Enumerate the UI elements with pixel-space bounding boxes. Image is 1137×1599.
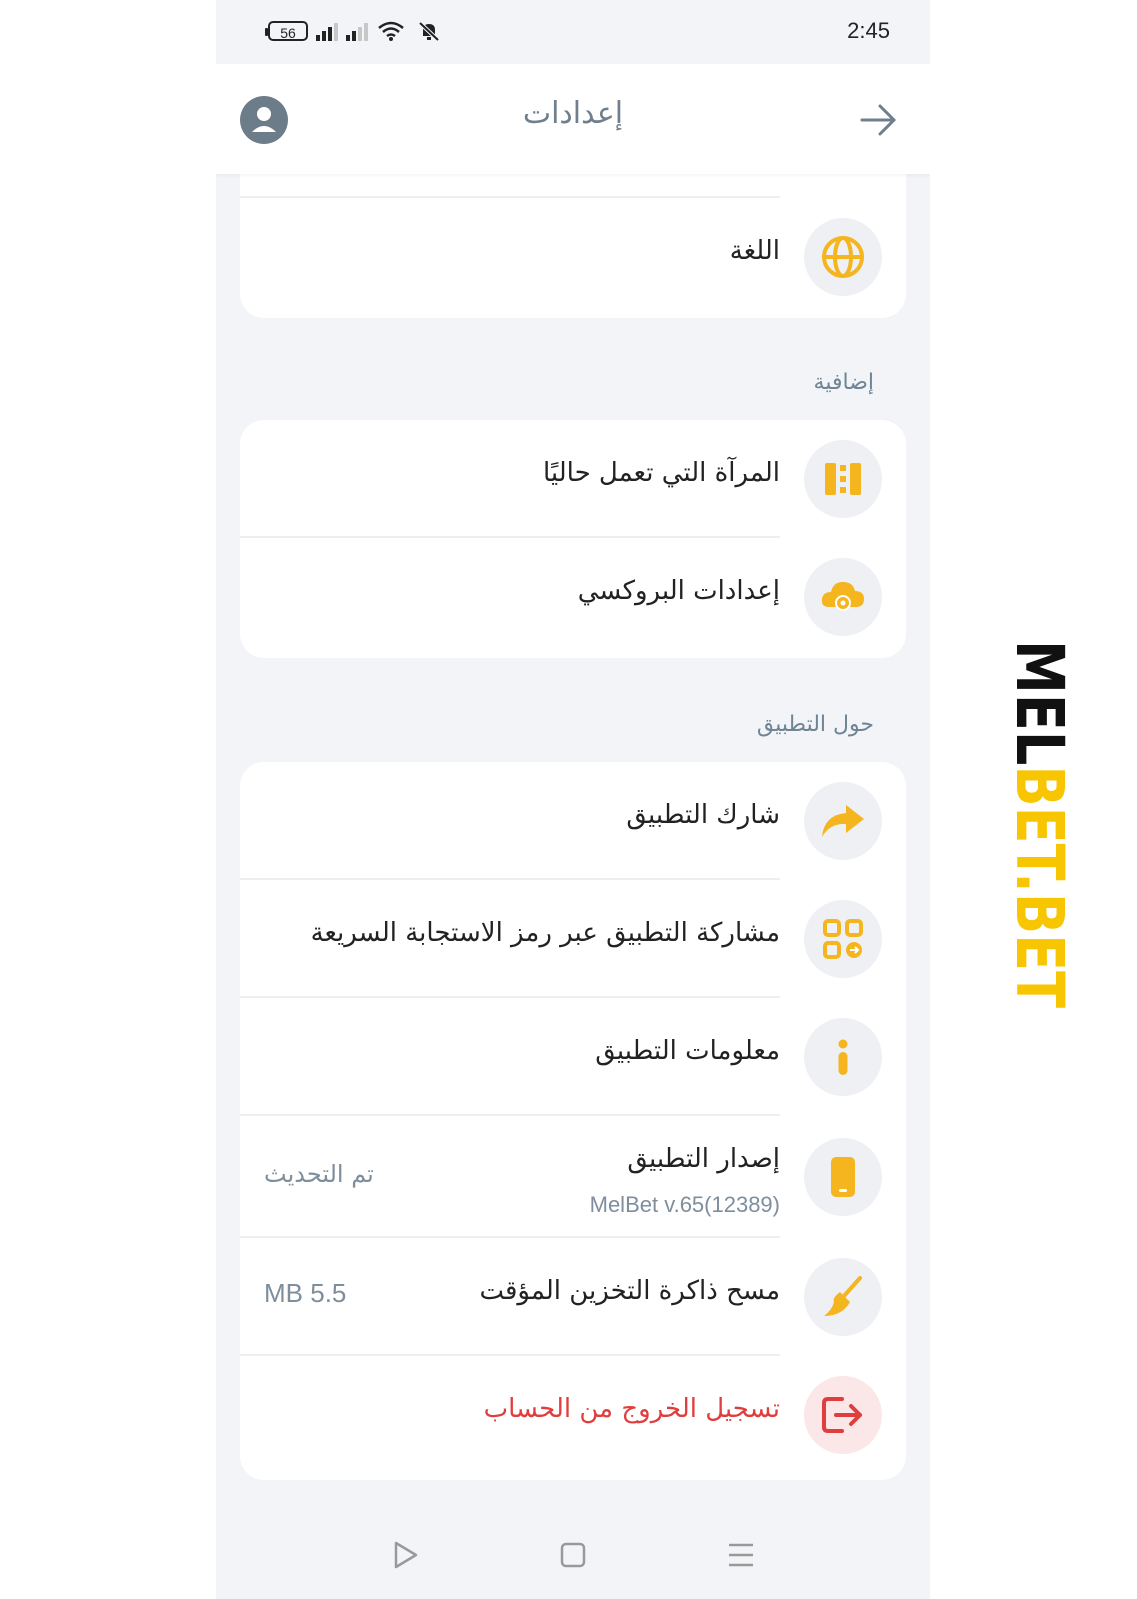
status-icons: 56 — [265, 20, 444, 42]
info-icon — [804, 1018, 882, 1096]
phone-icon — [804, 1138, 882, 1216]
logout-row[interactable]: تسجيل الخروج من الحساب — [240, 1356, 906, 1474]
share-icon — [804, 782, 882, 860]
signal-icon — [316, 21, 338, 41]
proxy-row[interactable]: إعدادات البروكسي — [240, 538, 906, 656]
proxy-label: إعدادات البروكسي — [577, 576, 780, 606]
logout-icon — [804, 1376, 882, 1454]
phone-screen: 56 2:45 إعدادات اللغة إضافية المرآة التي… — [216, 0, 930, 1599]
svg-text:MELBET.BET: MELBET.BET — [1005, 640, 1077, 1008]
page-title: إعدادات — [522, 96, 624, 131]
language-row[interactable]: اللغة — [240, 198, 906, 316]
app-version-status: تم التحديث — [264, 1160, 374, 1188]
signal-icon-2 — [346, 21, 368, 41]
back-triangle-icon[interactable] — [388, 1538, 422, 1572]
app-info-row[interactable]: معلومات التطبيق — [240, 998, 906, 1116]
clear-cache-label: مسح ذاكرة التخزين المؤقت — [479, 1276, 780, 1306]
clear-cache-row[interactable]: مسح ذاكرة التخزين المؤقت 5.5 MB — [240, 1238, 906, 1356]
app-version-number: MelBet v.65(12389) — [589, 1192, 780, 1217]
melbet-watermark-logo: MELBET.BET — [1005, 640, 1077, 1008]
back-arrow-icon[interactable] — [858, 100, 898, 140]
menu-lines-icon[interactable] — [724, 1538, 758, 1572]
app-version-label: إصدار التطبيق — [627, 1144, 780, 1174]
top-app-bar: إعدادات — [216, 64, 930, 174]
extra-card: المرآة التي تعمل حاليًا إعدادات البروكسي — [240, 420, 906, 658]
share-qr-row[interactable]: مشاركة التطبيق عبر رمز الاستجابة السريعة — [240, 880, 906, 998]
home-square-icon[interactable] — [556, 1538, 590, 1572]
cloud-gear-icon — [804, 558, 882, 636]
share-qr-label: مشاركة التطبيق عبر رمز الاستجابة السريعة — [310, 918, 780, 948]
app-version-row[interactable]: إصدار التطبيق MelBet v.65(12389) تم التح… — [240, 1116, 906, 1238]
clock: 2:45 — [847, 18, 890, 43]
app-info-label: معلومات التطبيق — [595, 1036, 780, 1066]
broom-icon — [804, 1258, 882, 1336]
cache-size: 5.5 MB — [264, 1278, 347, 1308]
status-bar: 56 2:45 — [216, 0, 930, 64]
mirror-label: المرآة التي تعمل حاليًا — [542, 458, 780, 488]
mirror-icon — [804, 440, 882, 518]
system-nav-bar — [216, 1500, 930, 1599]
language-label: اللغة — [729, 236, 780, 266]
share-app-row[interactable]: شارك التطبيق — [240, 762, 906, 880]
share-app-label: شارك التطبيق — [626, 800, 780, 830]
about-card: شارك التطبيق مشاركة التطبيق عبر رمز الاس… — [240, 762, 906, 1480]
qr-code-icon — [804, 900, 882, 978]
globe-icon — [804, 218, 882, 296]
section-title-extra: إضافية — [813, 370, 874, 395]
mute-bell-icon — [418, 21, 440, 42]
wifi-icon — [378, 21, 404, 41]
mirror-row[interactable]: المرآة التي تعمل حاليًا — [240, 420, 906, 538]
logout-label: تسجيل الخروج من الحساب — [483, 1394, 780, 1424]
battery-icon: 56 — [265, 21, 308, 41]
section-title-about: حول التطبيق — [756, 712, 874, 737]
